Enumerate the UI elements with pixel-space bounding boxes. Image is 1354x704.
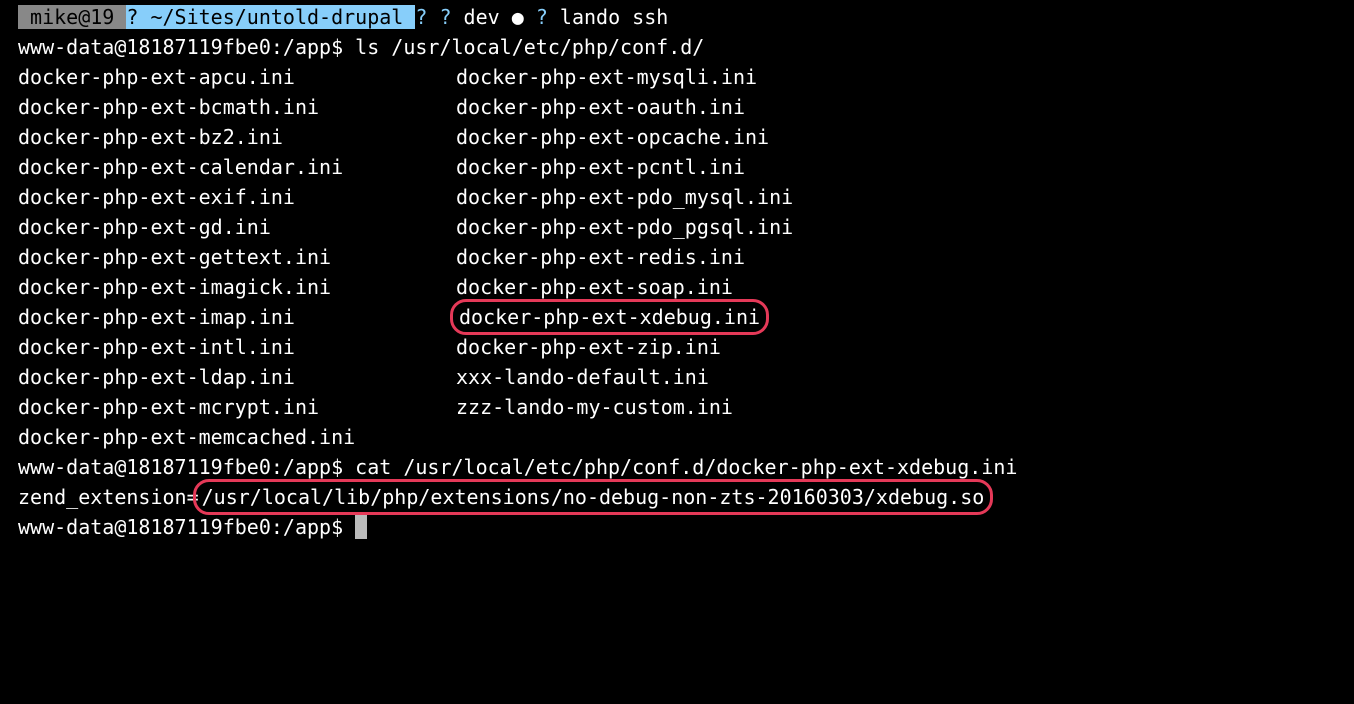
ls-file: docker-php-ext-pcntl.ini xyxy=(456,152,745,182)
ls-file: docker-php-ext-ldap.ini xyxy=(18,362,456,392)
ls-file: xxx-lando-default.ini xyxy=(456,362,709,392)
ls-row: docker-php-ext-ldap.inixxx-lando-default… xyxy=(0,362,1354,392)
ls-row: docker-php-ext-gd.inidocker-php-ext-pdo_… xyxy=(0,212,1354,242)
ls-row: docker-php-ext-exif.inidocker-php-ext-pd… xyxy=(0,182,1354,212)
ls-file: docker-php-ext-mcrypt.ini xyxy=(18,392,456,422)
highlighted-path: /usr/local/lib/php/extensions/no-debug-n… xyxy=(193,479,994,515)
ls-row: docker-php-ext-intl.inidocker-php-ext-zi… xyxy=(0,332,1354,362)
cat-output: zend_extension=/usr/local/lib/php/extens… xyxy=(0,482,1354,512)
ls-file: docker-php-ext-memcached.ini xyxy=(18,422,456,452)
state-icon: ? xyxy=(536,5,548,29)
ls-file: docker-php-ext-calendar.ini xyxy=(18,152,456,182)
ls-file: docker-php-ext-bz2.ini xyxy=(18,122,456,152)
ls-file: docker-php-ext-pdo_pgsql.ini xyxy=(456,212,793,242)
ls-file: docker-php-ext-intl.ini xyxy=(18,332,456,362)
ls-file: zzz-lando-my-custom.ini xyxy=(456,392,733,422)
cursor-icon xyxy=(355,515,367,539)
ls-row: docker-php-ext-imagick.inidocker-php-ext… xyxy=(0,272,1354,302)
ls-file: docker-php-ext-imagick.ini xyxy=(18,272,456,302)
ls-file: docker-php-ext-soap.ini xyxy=(456,272,733,302)
ls-output: docker-php-ext-apcu.inidocker-php-ext-my… xyxy=(0,62,1354,452)
status-path-icon: ? xyxy=(126,5,138,29)
shell-command: cat /usr/local/etc/php/conf.d/docker-php… xyxy=(355,455,1017,479)
ls-file: docker-php-ext-imap.ini xyxy=(18,302,456,332)
terminal-line[interactable]: www-data@18187119fbe0:/app$ cat /usr/loc… xyxy=(0,452,1354,482)
terminal-line[interactable]: www-data@18187119fbe0:/app$ ls /usr/loca… xyxy=(0,32,1354,62)
git-dirty-dot: ● xyxy=(512,5,524,29)
ls-file: docker-php-ext-zip.ini xyxy=(456,332,721,362)
ls-row: docker-php-ext-bcmath.inidocker-php-ext-… xyxy=(0,92,1354,122)
ls-file: docker-php-ext-gd.ini xyxy=(18,212,456,242)
ls-file: docker-php-ext-gettext.ini xyxy=(18,242,456,272)
terminal-line[interactable]: www-data@18187119fbe0:/app$ xyxy=(0,512,1354,542)
ls-row: docker-php-ext-calendar.inidocker-php-ex… xyxy=(0,152,1354,182)
ls-file: docker-php-ext-mysqli.ini xyxy=(456,62,757,92)
ls-row: docker-php-ext-memcached.ini xyxy=(0,422,1354,452)
git-icon: ? xyxy=(439,5,451,29)
status-path: ~/Sites/untold-drupal xyxy=(138,5,415,29)
git-icon: ? xyxy=(415,5,427,29)
ls-row: docker-php-ext-apcu.inidocker-php-ext-my… xyxy=(0,62,1354,92)
shell-prompt: www-data@18187119fbe0:/app$ xyxy=(18,455,355,479)
ls-row: docker-php-ext-imap.inidocker-php-ext-xd… xyxy=(0,302,1354,332)
terminal-statusbar: mike@19 ? ~/Sites/untold-drupal ? ? dev … xyxy=(0,2,1354,32)
ls-file: docker-php-ext-xdebug.ini xyxy=(456,302,763,332)
ls-file: docker-php-ext-pdo_mysql.ini xyxy=(456,182,793,212)
ls-file: docker-php-ext-opcache.ini xyxy=(456,122,769,152)
status-user: mike@19 xyxy=(18,5,126,29)
ls-row: docker-php-ext-bz2.inidocker-php-ext-opc… xyxy=(0,122,1354,152)
ls-file: docker-php-ext-bcmath.ini xyxy=(18,92,456,122)
ls-row: docker-php-ext-mcrypt.inizzz-lando-my-cu… xyxy=(0,392,1354,422)
highlighted-file: docker-php-ext-xdebug.ini xyxy=(450,299,769,335)
shell-prompt: www-data@18187119fbe0:/app$ xyxy=(18,515,355,539)
output-prefix: zend_extension= xyxy=(18,485,199,509)
ls-file: docker-php-ext-redis.ini xyxy=(456,242,745,272)
ls-file: docker-php-ext-oauth.ini xyxy=(456,92,745,122)
status-command: lando ssh xyxy=(548,5,668,29)
git-branch: dev xyxy=(452,5,512,29)
shell-prompt: www-data@18187119fbe0:/app$ xyxy=(18,35,355,59)
ls-row: docker-php-ext-gettext.inidocker-php-ext… xyxy=(0,242,1354,272)
ls-file: docker-php-ext-exif.ini xyxy=(18,182,456,212)
ls-file: docker-php-ext-apcu.ini xyxy=(18,62,456,92)
shell-command: ls /usr/local/etc/php/conf.d/ xyxy=(355,35,704,59)
